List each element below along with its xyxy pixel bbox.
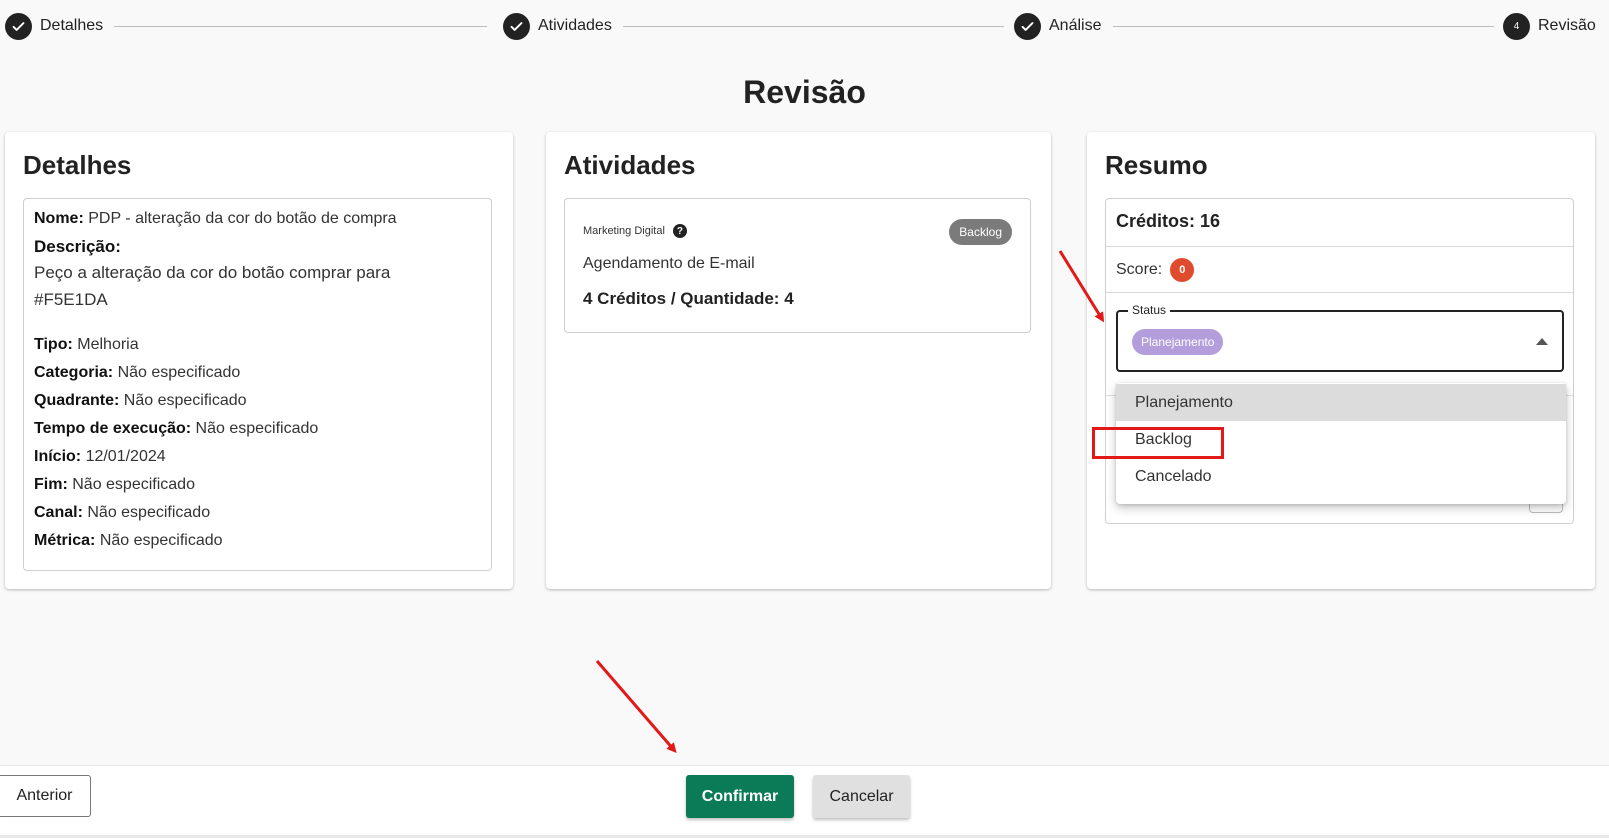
field-value: Não especificado xyxy=(87,504,211,521)
detalhes-card: Detalhes Nome: PDP - alteração da cor do… xyxy=(5,132,513,589)
descricao-label: Descrição: xyxy=(34,237,121,256)
confirmar-button[interactable]: Confirmar xyxy=(686,775,794,818)
field-row: Métrica: Não especificado xyxy=(34,527,481,555)
field-label: Tempo de execução: xyxy=(34,420,192,437)
status-legend: Status xyxy=(1128,303,1171,317)
field-label: Métrica: xyxy=(34,532,96,549)
nome-label: Nome: xyxy=(34,210,84,227)
field-row: Tempo de execução: Não especificado xyxy=(34,415,481,443)
field-label: Início: xyxy=(34,448,82,465)
field-value: Não especificado xyxy=(123,392,247,409)
activity-category-label: Marketing Digital xyxy=(583,225,665,237)
nome-value: PDP - alteração da cor do botão de compr… xyxy=(88,210,397,227)
activity-item[interactable]: Marketing Digital ? Backlog Agendamento … xyxy=(564,198,1031,333)
activity-category: Marketing Digital ? xyxy=(583,224,687,238)
stepper-connector xyxy=(114,26,487,27)
cancelar-button[interactable]: Cancelar xyxy=(813,775,910,818)
detalhes-box: Nome: PDP - alteração da cor do botão de… xyxy=(23,198,492,571)
footer-action-bar: Anterior Confirmar Cancelar xyxy=(0,765,1609,838)
step-label: Detalhes xyxy=(40,17,104,34)
anterior-button[interactable]: Anterior xyxy=(0,775,91,817)
step-detalhes[interactable]: Detalhes xyxy=(5,10,103,42)
stepper-connector xyxy=(623,26,1004,27)
dropdown-option-planejamento[interactable]: Planejamento xyxy=(1116,384,1566,421)
field-row: Início: 12/01/2024 xyxy=(34,443,481,471)
check-icon xyxy=(1014,12,1041,40)
field-value: Não especificado xyxy=(117,364,241,381)
field-row: Quadrante: Não especificado xyxy=(34,387,481,415)
step-label: Atividades xyxy=(538,17,612,34)
help-icon[interactable]: ? xyxy=(672,224,687,238)
field-value: 12/01/2024 xyxy=(85,448,166,465)
check-icon xyxy=(5,12,32,40)
check-icon xyxy=(503,12,530,40)
annotation-arrow-confirmar xyxy=(595,660,677,754)
field-label: Quadrante: xyxy=(34,392,120,409)
activity-credits: 4 Créditos / Quantidade: 4 xyxy=(583,289,794,308)
atividades-title: Atividades xyxy=(564,150,696,180)
field-row: Fim: Não especificado xyxy=(34,471,481,499)
creditos-total: Créditos: 16 xyxy=(1106,199,1573,247)
field-value: Melhoria xyxy=(77,336,139,353)
step-revisao[interactable]: 4 Revisão xyxy=(1503,10,1596,42)
field-value: Não especificado xyxy=(195,420,319,437)
field-label: Canal: xyxy=(34,504,83,521)
step-number-icon: 4 xyxy=(1503,12,1530,40)
field-row: Canal: Não especificado xyxy=(34,499,481,527)
status-select[interactable]: Status Planejamento xyxy=(1116,303,1564,372)
page-title: Revisão xyxy=(743,74,866,110)
descricao-value: Peço a alteração da cor do botão comprar… xyxy=(34,263,391,309)
score-row: Score: 0 xyxy=(1106,247,1573,293)
field-row: Categoria: Não especificado xyxy=(34,359,481,387)
stepper-connector xyxy=(1113,26,1494,27)
resumo-card: Resumo Créditos: 16 Score: 0 Status Plan… xyxy=(1087,132,1595,589)
annotation-highlight-box xyxy=(1092,427,1224,459)
step-label: Revisão xyxy=(1538,17,1596,34)
activity-name: Agendamento de E-mail xyxy=(583,255,755,272)
step-analise[interactable]: Análise xyxy=(1014,10,1101,42)
field-label: Fim: xyxy=(34,476,68,493)
dropdown-option-cancelado[interactable]: Cancelado xyxy=(1116,458,1566,495)
caret-up-icon[interactable] xyxy=(1536,338,1548,345)
atividades-card: Atividades Marketing Digital ? Backlog A… xyxy=(546,132,1051,589)
field-row: Tipo: Melhoria xyxy=(34,331,481,359)
nome-row: Nome: PDP - alteração da cor do botão de… xyxy=(34,209,481,229)
field-value: Não especificado xyxy=(99,532,223,549)
field-value: Não especificado xyxy=(72,476,195,493)
detalhes-title: Detalhes xyxy=(23,150,132,180)
field-label: Categoria: xyxy=(34,364,114,381)
score-badge: 0 xyxy=(1170,257,1195,282)
step-atividades[interactable]: Atividades xyxy=(503,10,612,42)
resumo-title: Resumo xyxy=(1105,150,1208,180)
field-label: Tipo: xyxy=(34,336,73,353)
score-label: Score: xyxy=(1116,260,1163,278)
status-chip-backlog: Backlog xyxy=(949,219,1012,245)
stepper: Detalhes Atividades Análise 4 Revisão xyxy=(0,10,1609,42)
status-chip-planejamento: Planejamento xyxy=(1132,329,1224,355)
step-label: Análise xyxy=(1049,17,1102,34)
